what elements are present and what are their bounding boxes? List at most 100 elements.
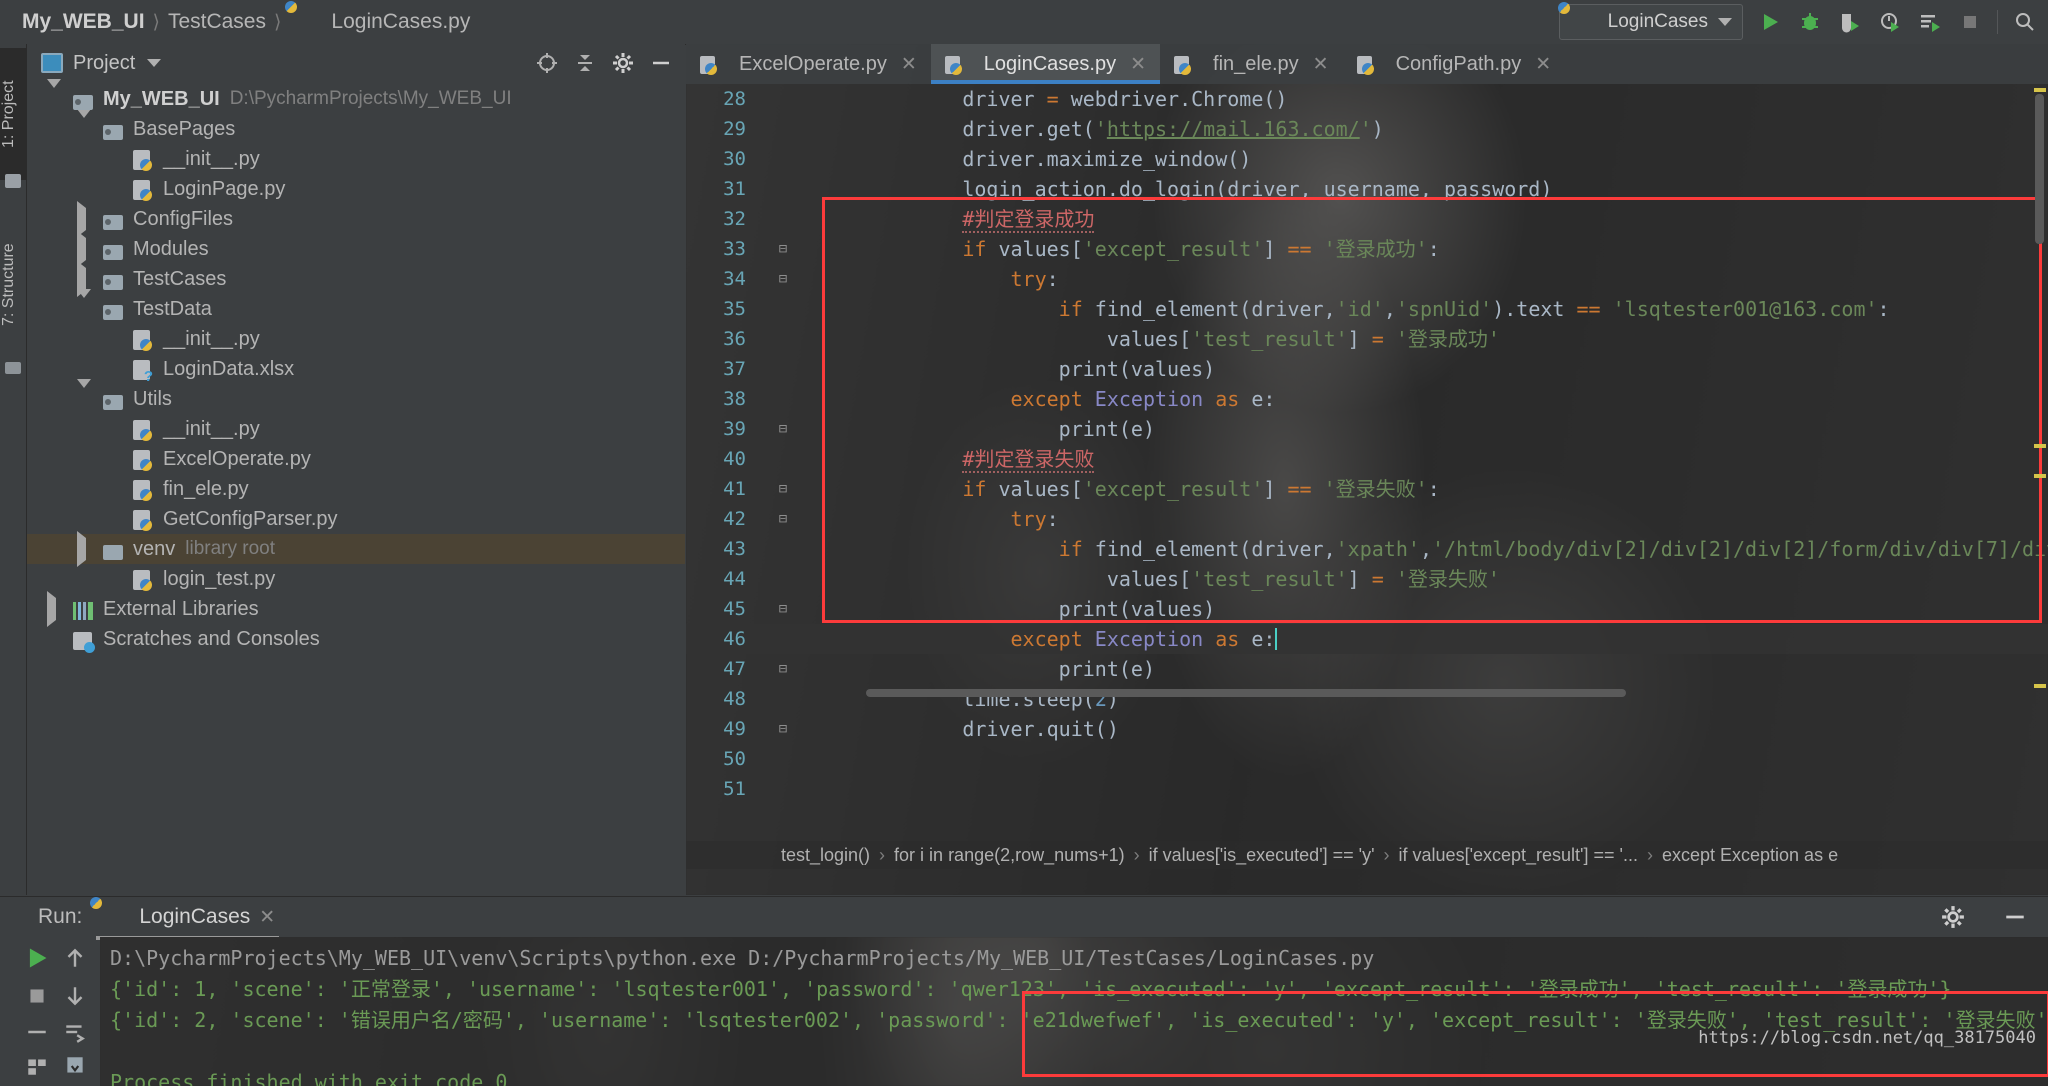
editor-tab-exceloperate[interactable]: ExcelOperate.py ✕ — [686, 44, 931, 84]
chevron-down-icon[interactable] — [77, 378, 93, 411]
chevron-down-icon[interactable] — [147, 59, 162, 67]
tree-item-logindata-xlsx[interactable]: LoginData.xlsx — [27, 354, 685, 385]
code-line-49[interactable]: 49 ⊟ driver.quit() — [686, 714, 2048, 744]
code-line-47[interactable]: 47 ⊟ print(e) — [686, 654, 2048, 684]
horizontal-scrollbar[interactable] — [866, 689, 1626, 697]
code-line-43[interactable]: 43 if find_element(driver,'xpath','/html… — [686, 534, 2048, 564]
debug-icon[interactable] — [1797, 9, 1823, 35]
gear-icon[interactable] — [1938, 902, 1968, 932]
tree-item-login-test-py[interactable]: login_test.py — [27, 564, 685, 594]
breadcrumb-item-folder[interactable]: TestCases — [168, 10, 266, 34]
tree-item-scratches-and-consoles[interactable]: Scratches and Consoles — [27, 624, 685, 654]
soft-wrap-icon[interactable] — [20, 1015, 54, 1049]
code-line-28[interactable]: 28 driver = webdriver.Chrome() — [686, 84, 2048, 114]
rerun-icon[interactable] — [20, 941, 54, 975]
tree-item-configfiles[interactable]: ConfigFiles — [27, 200, 685, 237]
tree-item-getconfigparser-py[interactable]: GetConfigParser.py — [27, 504, 685, 534]
close-icon[interactable]: ✕ — [1130, 53, 1146, 76]
chevron-right-icon[interactable] — [77, 530, 93, 567]
code-line-40[interactable]: 40 #判定登录失败 — [686, 444, 2048, 474]
code-viewport[interactable]: 28 driver = webdriver.Chrome() 29 driver.… — [686, 84, 2048, 841]
editor-breadcrumb-item[interactable]: if values['except_result'] == '... — [1399, 845, 1638, 866]
code-line-31[interactable]: 31 login_action.do_login(driver, usernam… — [686, 174, 2048, 204]
export-icon[interactable] — [58, 1049, 92, 1083]
search-icon[interactable] — [2012, 9, 2038, 35]
console-output[interactable]: D:\PycharmProjects\My_WEB_UI\venv\Script… — [100, 937, 2048, 1086]
tree-item-my-web-ui[interactable]: My_WEB_UI D:\PycharmProjects\My_WEB_UI — [27, 78, 685, 114]
tree-item-utils[interactable]: Utils — [27, 378, 685, 414]
tree-item-init-py[interactable]: __init__.py — [27, 324, 685, 354]
code-line-42[interactable]: 42 ⊟ try: — [686, 504, 2048, 534]
code-line-34[interactable]: 34 ⊟ try: — [686, 264, 2048, 294]
editor-breadcrumb-item[interactable]: except Exception as e — [1662, 845, 1838, 866]
close-icon[interactable]: ✕ — [901, 53, 917, 76]
stop-icon[interactable] — [20, 979, 54, 1013]
code-line-36[interactable]: 36 values['test_result'] = '登录成功' — [686, 324, 2048, 354]
tree-item-loginpage-py[interactable]: LoginPage.py — [27, 174, 685, 204]
tree-item-modules[interactable]: Modules — [27, 230, 685, 267]
editor-breadcrumb-item[interactable]: if values['is_executed'] == 'y' — [1149, 845, 1375, 866]
run-tab-logincases[interactable]: LoginCases ✕ — [96, 902, 280, 940]
vertical-scrollbar[interactable] — [2035, 94, 2044, 244]
code-fold-icon[interactable]: ⊟ — [776, 414, 790, 444]
tree-item-init-py[interactable]: __init__.py — [27, 144, 685, 174]
code-fold-icon[interactable]: ⊟ — [776, 504, 790, 534]
code-line-51[interactable]: 51 — [686, 774, 2048, 804]
chevron-down-icon[interactable] — [77, 288, 93, 321]
code-line-46[interactable]: 46 except Exception as e: — [686, 624, 2048, 654]
scroll-to-end-icon[interactable] — [58, 1015, 92, 1049]
code-line-30[interactable]: 30 driver.maximize_window() — [686, 144, 2048, 174]
editor-tab-logincases[interactable]: LoginCases.py ✕ — [930, 44, 1161, 84]
code-fold-icon[interactable]: ⊟ — [776, 594, 790, 624]
chevron-down-icon[interactable] — [1718, 18, 1732, 26]
chevron-right-icon[interactable] — [77, 200, 93, 237]
tree-item-basepages[interactable]: BasePages — [27, 108, 685, 144]
editor-breadcrumb[interactable]: test_login() › for i in range(2,row_nums+1… — [686, 841, 2048, 869]
code-fold-icon[interactable]: ⊟ — [776, 234, 790, 264]
code-line-29[interactable]: 29 driver.get('https://mail.163.com/') — [686, 114, 2048, 144]
run-icon[interactable] — [1757, 9, 1783, 35]
profile-icon[interactable] — [1877, 9, 1903, 35]
up-arrow-icon[interactable] — [58, 941, 92, 975]
chevron-down-icon[interactable] — [77, 108, 93, 141]
coverage-icon[interactable] — [1837, 9, 1863, 35]
code-lines[interactable]: 28 driver = webdriver.Chrome() 29 driver.… — [686, 84, 2048, 841]
code-line-32[interactable]: 32 #判定登录成功 — [686, 204, 2048, 234]
editor-breadcrumb-item[interactable]: for i in range(2,row_nums+1) — [894, 845, 1125, 866]
collapse-all-icon[interactable] — [571, 49, 599, 77]
tree-item-init-py[interactable]: __init__.py — [27, 414, 685, 444]
project-file-tree[interactable]: My_WEB_UI D:\PycharmProjects\My_WEB_UI Bas… — [27, 78, 685, 654]
print-icon[interactable] — [20, 1049, 54, 1083]
editor-tab-fin_ele[interactable]: fin_ele.py ✕ — [1160, 44, 1343, 84]
close-icon[interactable]: ✕ — [1313, 53, 1329, 76]
gear-icon[interactable] — [609, 49, 637, 77]
breadcrumb-item-project[interactable]: My_WEB_UI — [22, 10, 145, 34]
tree-item-venv[interactable]: venv library root — [27, 530, 685, 567]
code-fold-icon[interactable]: ⊟ — [776, 654, 790, 684]
tree-item-external-libraries[interactable]: External Libraries — [27, 590, 685, 627]
code-line-39[interactable]: 39 ⊟ print(e) — [686, 414, 2048, 444]
code-line-33[interactable]: 33 ⊟ if values['except_result'] == '登录成功'… — [686, 234, 2048, 264]
code-line-45[interactable]: 45 ⊟ print(values) — [686, 594, 2048, 624]
breadcrumb-item-file[interactable]: LoginCases.py — [331, 10, 470, 34]
down-arrow-icon[interactable] — [58, 979, 92, 1013]
tree-item-fin-ele-py[interactable]: fin_ele.py — [27, 474, 685, 504]
code-fold-icon[interactable]: ⊟ — [776, 474, 790, 504]
code-line-38[interactable]: 38 except Exception as e: — [686, 384, 2048, 414]
stop-icon[interactable] — [1957, 9, 1983, 35]
run-configuration-selector[interactable]: LoginCases — [1558, 4, 1743, 40]
editor-tab-configpath[interactable]: ConfigPath.py ✕ — [1343, 44, 1566, 84]
tree-item-testdata[interactable]: TestData — [27, 288, 685, 324]
tree-item-exceloperate-py[interactable]: ExcelOperate.py — [27, 444, 685, 474]
code-fold-icon[interactable]: ⊟ — [776, 264, 790, 294]
editor-breadcrumb-item[interactable]: test_login() — [781, 845, 870, 866]
sidebar-item-project-tab[interactable]: 1: Project — [0, 48, 26, 180]
close-icon[interactable]: ✕ — [1535, 53, 1551, 76]
sidebar-item-structure-tab[interactable]: 7: Structure — [0, 204, 26, 366]
code-line-37[interactable]: 37 print(values) — [686, 354, 2048, 384]
code-line-41[interactable]: 41 ⊟ if values['except_result'] == '登录失败'… — [686, 474, 2048, 504]
chevron-right-icon[interactable] — [77, 230, 93, 267]
close-icon[interactable]: ✕ — [259, 906, 275, 929]
code-line-50[interactable]: 50 — [686, 744, 2048, 774]
code-line-35[interactable]: 35 if find_element(driver,'id','spnUid')… — [686, 294, 2048, 324]
